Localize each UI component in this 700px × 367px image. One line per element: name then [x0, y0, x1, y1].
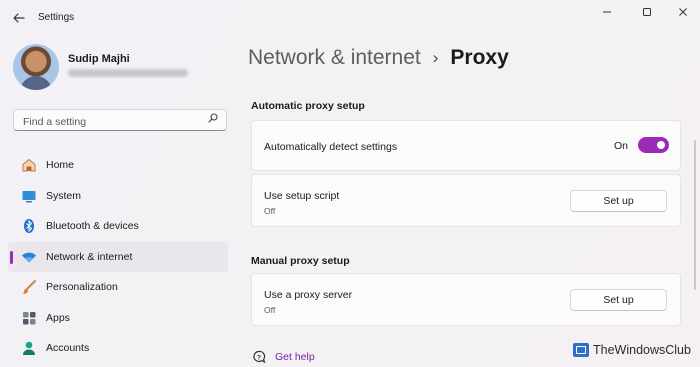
- toggle-knob: [657, 141, 665, 149]
- accounts-icon: [20, 340, 37, 357]
- auto-detect-toggle[interactable]: [638, 137, 669, 153]
- user-profile[interactable]: Sudip Majhi: [13, 44, 223, 94]
- sidebar-item-label: Bluetooth & devices: [46, 220, 139, 233]
- breadcrumb-parent[interactable]: Network & internet: [248, 46, 421, 70]
- toggle-state-label: On: [614, 140, 629, 152]
- get-help-link[interactable]: ? Get help: [252, 350, 315, 364]
- sidebar-item-accounts[interactable]: Accounts: [8, 333, 228, 364]
- brush-icon: [20, 279, 37, 296]
- scrollbar[interactable]: [694, 140, 696, 290]
- title-bar: Settings: [0, 0, 700, 34]
- auto-detect-card: Automatically detect settings On: [251, 120, 681, 171]
- proxy-server-status: Off: [264, 305, 276, 315]
- sidebar-item-label: System: [46, 189, 82, 202]
- sidebar-item-apps[interactable]: Apps: [8, 303, 228, 334]
- home-icon: [20, 157, 37, 174]
- setup-script-label: Use setup script: [264, 190, 340, 202]
- page-title: Proxy: [450, 46, 509, 69]
- svg-text:?: ?: [257, 354, 261, 361]
- setup-script-button[interactable]: Set up: [570, 190, 667, 212]
- app-title: Settings: [38, 12, 75, 23]
- sidebar-item-label: Network & internet: [46, 250, 133, 263]
- get-help-label: Get help: [275, 351, 315, 363]
- close-button[interactable]: [664, 4, 700, 22]
- sidebar-item-home[interactable]: Home: [8, 150, 228, 181]
- sidebar-item-label: Home: [46, 159, 75, 172]
- search-icon[interactable]: [208, 113, 218, 126]
- avatar: [13, 44, 59, 90]
- back-button[interactable]: [8, 8, 30, 28]
- close-icon: [678, 7, 688, 20]
- proxy-server-label: Use a proxy server: [264, 289, 353, 301]
- sidebar-item-label: Apps: [46, 311, 70, 324]
- sidebar-item-label: Accounts: [46, 342, 90, 355]
- auto-detect-label: Automatically detect settings: [264, 141, 398, 153]
- bluetooth-icon: [20, 218, 37, 235]
- sidebar-item-network[interactable]: Network & internet: [8, 241, 228, 272]
- breadcrumb: Network & internet › Proxy: [248, 46, 509, 70]
- apps-icon: [20, 309, 37, 326]
- user-email-redacted: [68, 69, 188, 77]
- proxy-server-setup-button[interactable]: Set up: [570, 289, 667, 311]
- back-arrow-icon: [13, 11, 25, 26]
- sidebar-item-system[interactable]: System: [8, 181, 228, 212]
- sidebar-item-label: Personalization: [46, 281, 118, 294]
- section-title-manual: Manual proxy setup: [251, 255, 350, 267]
- watermark-text: TheWindowsClub: [593, 343, 691, 357]
- help-icon: ?: [252, 350, 266, 364]
- search-input[interactable]: [21, 113, 205, 130]
- setup-script-card: Use setup script Off Set up: [251, 174, 681, 227]
- wifi-icon: [20, 248, 37, 265]
- system-icon: [20, 187, 37, 204]
- user-name: Sudip Majhi: [68, 53, 130, 65]
- proxy-server-card: Use a proxy server Off Set up: [251, 273, 681, 326]
- breadcrumb-separator: ›: [432, 48, 439, 67]
- search-box[interactable]: [13, 109, 227, 131]
- maximize-icon: [642, 7, 652, 20]
- sidebar-nav: Home System Bluetooth & devices Network …: [8, 150, 228, 364]
- active-indicator: [10, 250, 13, 264]
- minimize-icon: [602, 7, 612, 20]
- watermark-logo-icon: [573, 343, 589, 357]
- section-title-automatic: Automatic proxy setup: [251, 100, 365, 112]
- minimize-button[interactable]: [588, 4, 626, 22]
- sidebar-item-bluetooth[interactable]: Bluetooth & devices: [8, 211, 228, 242]
- maximize-button[interactable]: [628, 4, 666, 22]
- setup-script-status: Off: [264, 206, 276, 216]
- sidebar-item-personalization[interactable]: Personalization: [8, 272, 228, 303]
- watermark: TheWindowsClub: [573, 343, 691, 357]
